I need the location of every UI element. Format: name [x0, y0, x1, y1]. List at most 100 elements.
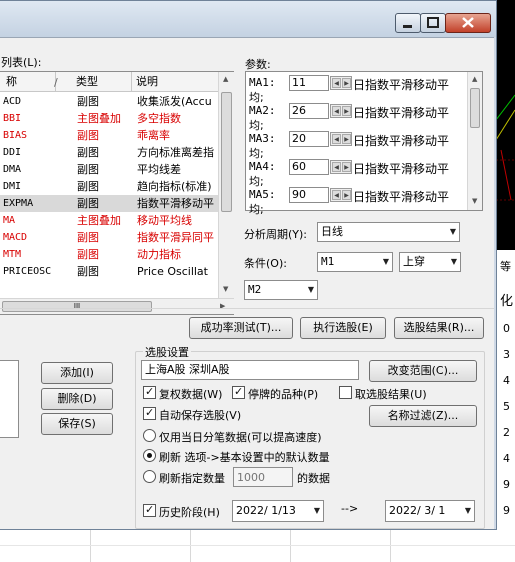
condition-operator-select[interactable]: 上穿 ▼ — [399, 252, 461, 272]
spin-left-icon[interactable]: ◀ — [332, 106, 341, 116]
take-result-checkbox[interactable] — [339, 386, 352, 399]
minimize-icon — [403, 25, 412, 28]
list-item[interactable]: MACD 副图 指数平滑异同平 — [0, 229, 218, 246]
name-filter-button[interactable]: 名称过滤(Z)... — [369, 405, 477, 427]
period-value: 日线 — [321, 225, 343, 238]
hscroll-thumb[interactable]: III — [2, 301, 152, 312]
param-description: 日指数平滑移动平 — [353, 106, 450, 120]
list-item[interactable]: EXPMA 副图 指数平滑移动平 — [0, 195, 218, 212]
maximize-button[interactable] — [420, 13, 446, 33]
save-button[interactable]: 保存(S) — [41, 413, 113, 435]
background-side-panel: 等 化 0 3 4 5 2 4 9 9 — [497, 250, 515, 530]
param-spinner[interactable]: ◀ ▶ — [330, 160, 352, 174]
condition-line-select[interactable]: M1 ▼ — [317, 252, 393, 272]
chevron-down-icon: ▼ — [450, 257, 457, 266]
bg-side-text: 等 — [500, 260, 511, 273]
date-from-picker[interactable]: 2022/ 1/13 ▼ — [232, 500, 324, 522]
param-value-input[interactable]: 90 — [289, 187, 329, 203]
param-spinner[interactable]: ◀ ▶ — [330, 104, 352, 118]
params-scrollbar[interactable]: ▲ ▼ — [467, 72, 482, 210]
refresh-custom-radio[interactable] — [143, 470, 156, 483]
date-range-arrow: --> — [341, 502, 359, 515]
success-test-button[interactable]: 成功率测试(T)... — [189, 317, 293, 339]
rights-checkbox[interactable] — [143, 385, 156, 399]
period-select[interactable]: 日线 ▼ — [317, 222, 460, 242]
indicator-code: PRICEOSC — [3, 266, 52, 277]
list-item[interactable]: MA 主图叠加 移动平均线 — [0, 212, 218, 229]
indicator-type: 副图 — [77, 197, 99, 210]
param-description-cont: 均; — [249, 175, 264, 188]
history-checkbox[interactable] — [143, 503, 156, 517]
scroll-down-icon[interactable]: ▼ — [223, 285, 228, 293]
spin-right-icon[interactable]: ▶ — [342, 134, 351, 144]
suspended-checkbox[interactable] — [232, 385, 245, 399]
indicator-desc: 移动平均线 — [137, 214, 192, 227]
column-name-header[interactable]: 称 — [2, 72, 56, 92]
param-spinner[interactable]: ◀ ▶ — [330, 76, 352, 90]
list-item[interactable]: PRICEOSC 副图 Price Oscillat — [0, 263, 218, 280]
tick-only-radio[interactable] — [143, 429, 156, 442]
custom-count-input[interactable] — [233, 467, 293, 487]
formula-list-box[interactable] — [0, 360, 19, 438]
indicator-desc: 动力指标 — [137, 248, 181, 261]
list-item[interactable]: DMA 副图 平均线差 — [0, 161, 218, 178]
list-caption: 列表(L): — [1, 56, 42, 69]
indicator-desc: 平均线差 — [137, 163, 181, 176]
run-select-button[interactable]: 执行选股(E) — [300, 317, 386, 339]
list-item[interactable]: BIAS 副图 乖离率 — [0, 127, 218, 144]
spin-left-icon[interactable]: ◀ — [332, 134, 341, 144]
scroll-up-icon[interactable]: ▲ — [472, 75, 477, 83]
list-item[interactable]: BBI 主图叠加 多空指数 — [0, 110, 218, 127]
list-horizontal-scrollbar[interactable]: III ▶ — [0, 298, 234, 314]
indicator-code: MACD — [3, 232, 28, 243]
list-item[interactable]: ACD 副图 收集派发(Accu — [0, 93, 218, 110]
spin-right-icon[interactable]: ▶ — [342, 78, 351, 88]
delete-button[interactable]: 删除(D) — [41, 388, 113, 410]
indicator-type: 副图 — [77, 95, 99, 108]
indicator-list[interactable]: 称 / 类型 说明 ACD 副图 收集派发(Accu BBI 主图叠加 多空指数 BIAS 副… — [0, 71, 234, 315]
scroll-thumb[interactable] — [221, 92, 232, 212]
condition-target-select[interactable]: M2 ▼ — [244, 280, 318, 300]
spin-left-icon[interactable]: ◀ — [332, 78, 341, 88]
bg-side-text: 4 — [503, 374, 510, 387]
list-item[interactable]: MTM 副图 动力指标 — [0, 246, 218, 263]
add-button[interactable]: 添加(I) — [41, 362, 113, 384]
refresh-default-radio[interactable] — [143, 449, 156, 462]
list-item[interactable]: DDI 副图 方向标准离差指 — [0, 144, 218, 161]
scroll-thumb[interactable] — [470, 88, 480, 128]
autosave-checkbox[interactable] — [143, 406, 156, 420]
spin-right-icon[interactable]: ▶ — [342, 162, 351, 172]
spin-left-icon[interactable]: ◀ — [332, 162, 341, 172]
param-spinner[interactable]: ◀ ▶ — [330, 132, 352, 146]
param-spinner[interactable]: ◀ ▶ — [330, 188, 352, 202]
background-chart-lines — [496, 94, 515, 201]
indicator-code: EXPMA — [3, 198, 34, 209]
list-item[interactable]: DMI 副图 趋向指标(标准) — [0, 178, 218, 195]
scroll-up-icon[interactable]: ▲ — [223, 75, 228, 83]
param-value-input[interactable]: 11 — [289, 75, 329, 91]
param-value-input[interactable]: 26 — [289, 103, 329, 119]
params-caption: 参数: — [245, 58, 271, 71]
spin-right-icon[interactable]: ▶ — [342, 106, 351, 116]
dialog-titlebar[interactable] — [0, 1, 496, 37]
param-value-input[interactable]: 60 — [289, 159, 329, 175]
column-type-label: 类型 — [76, 75, 98, 88]
select-result-button[interactable]: 选股结果(R)... — [394, 317, 484, 339]
minimize-button[interactable] — [395, 13, 421, 33]
indicator-desc: 乖离率 — [137, 129, 170, 142]
change-range-button[interactable]: 改变范围(C)... — [369, 360, 477, 382]
param-value-input[interactable]: 20 — [289, 131, 329, 147]
close-button[interactable] — [445, 13, 491, 33]
date-to-picker[interactable]: 2022/ 3/ 1 ▼ — [385, 500, 475, 522]
date-from-value: 2022/ 1/13 — [236, 504, 296, 517]
column-desc-header[interactable]: 说明 — [132, 72, 218, 92]
spin-right-icon[interactable]: ▶ — [342, 190, 351, 200]
stock-selector-dialog: 列表(L): 称 / 类型 说明 ACD 副图 收集派发(Accu BBI 主图叠加 多空… — [0, 0, 497, 530]
indicator-type: 主图叠加 — [77, 214, 121, 227]
indicator-type: 副图 — [77, 231, 99, 244]
scroll-down-icon[interactable]: ▼ — [472, 197, 477, 205]
column-type-header[interactable]: 类型 — [72, 72, 132, 92]
tick-only-label: 仅用当日分笔数据(可以提高速度) — [159, 431, 322, 444]
list-vertical-scrollbar[interactable]: ▲ ▼ — [218, 72, 234, 298]
spin-left-icon[interactable]: ◀ — [332, 190, 341, 200]
